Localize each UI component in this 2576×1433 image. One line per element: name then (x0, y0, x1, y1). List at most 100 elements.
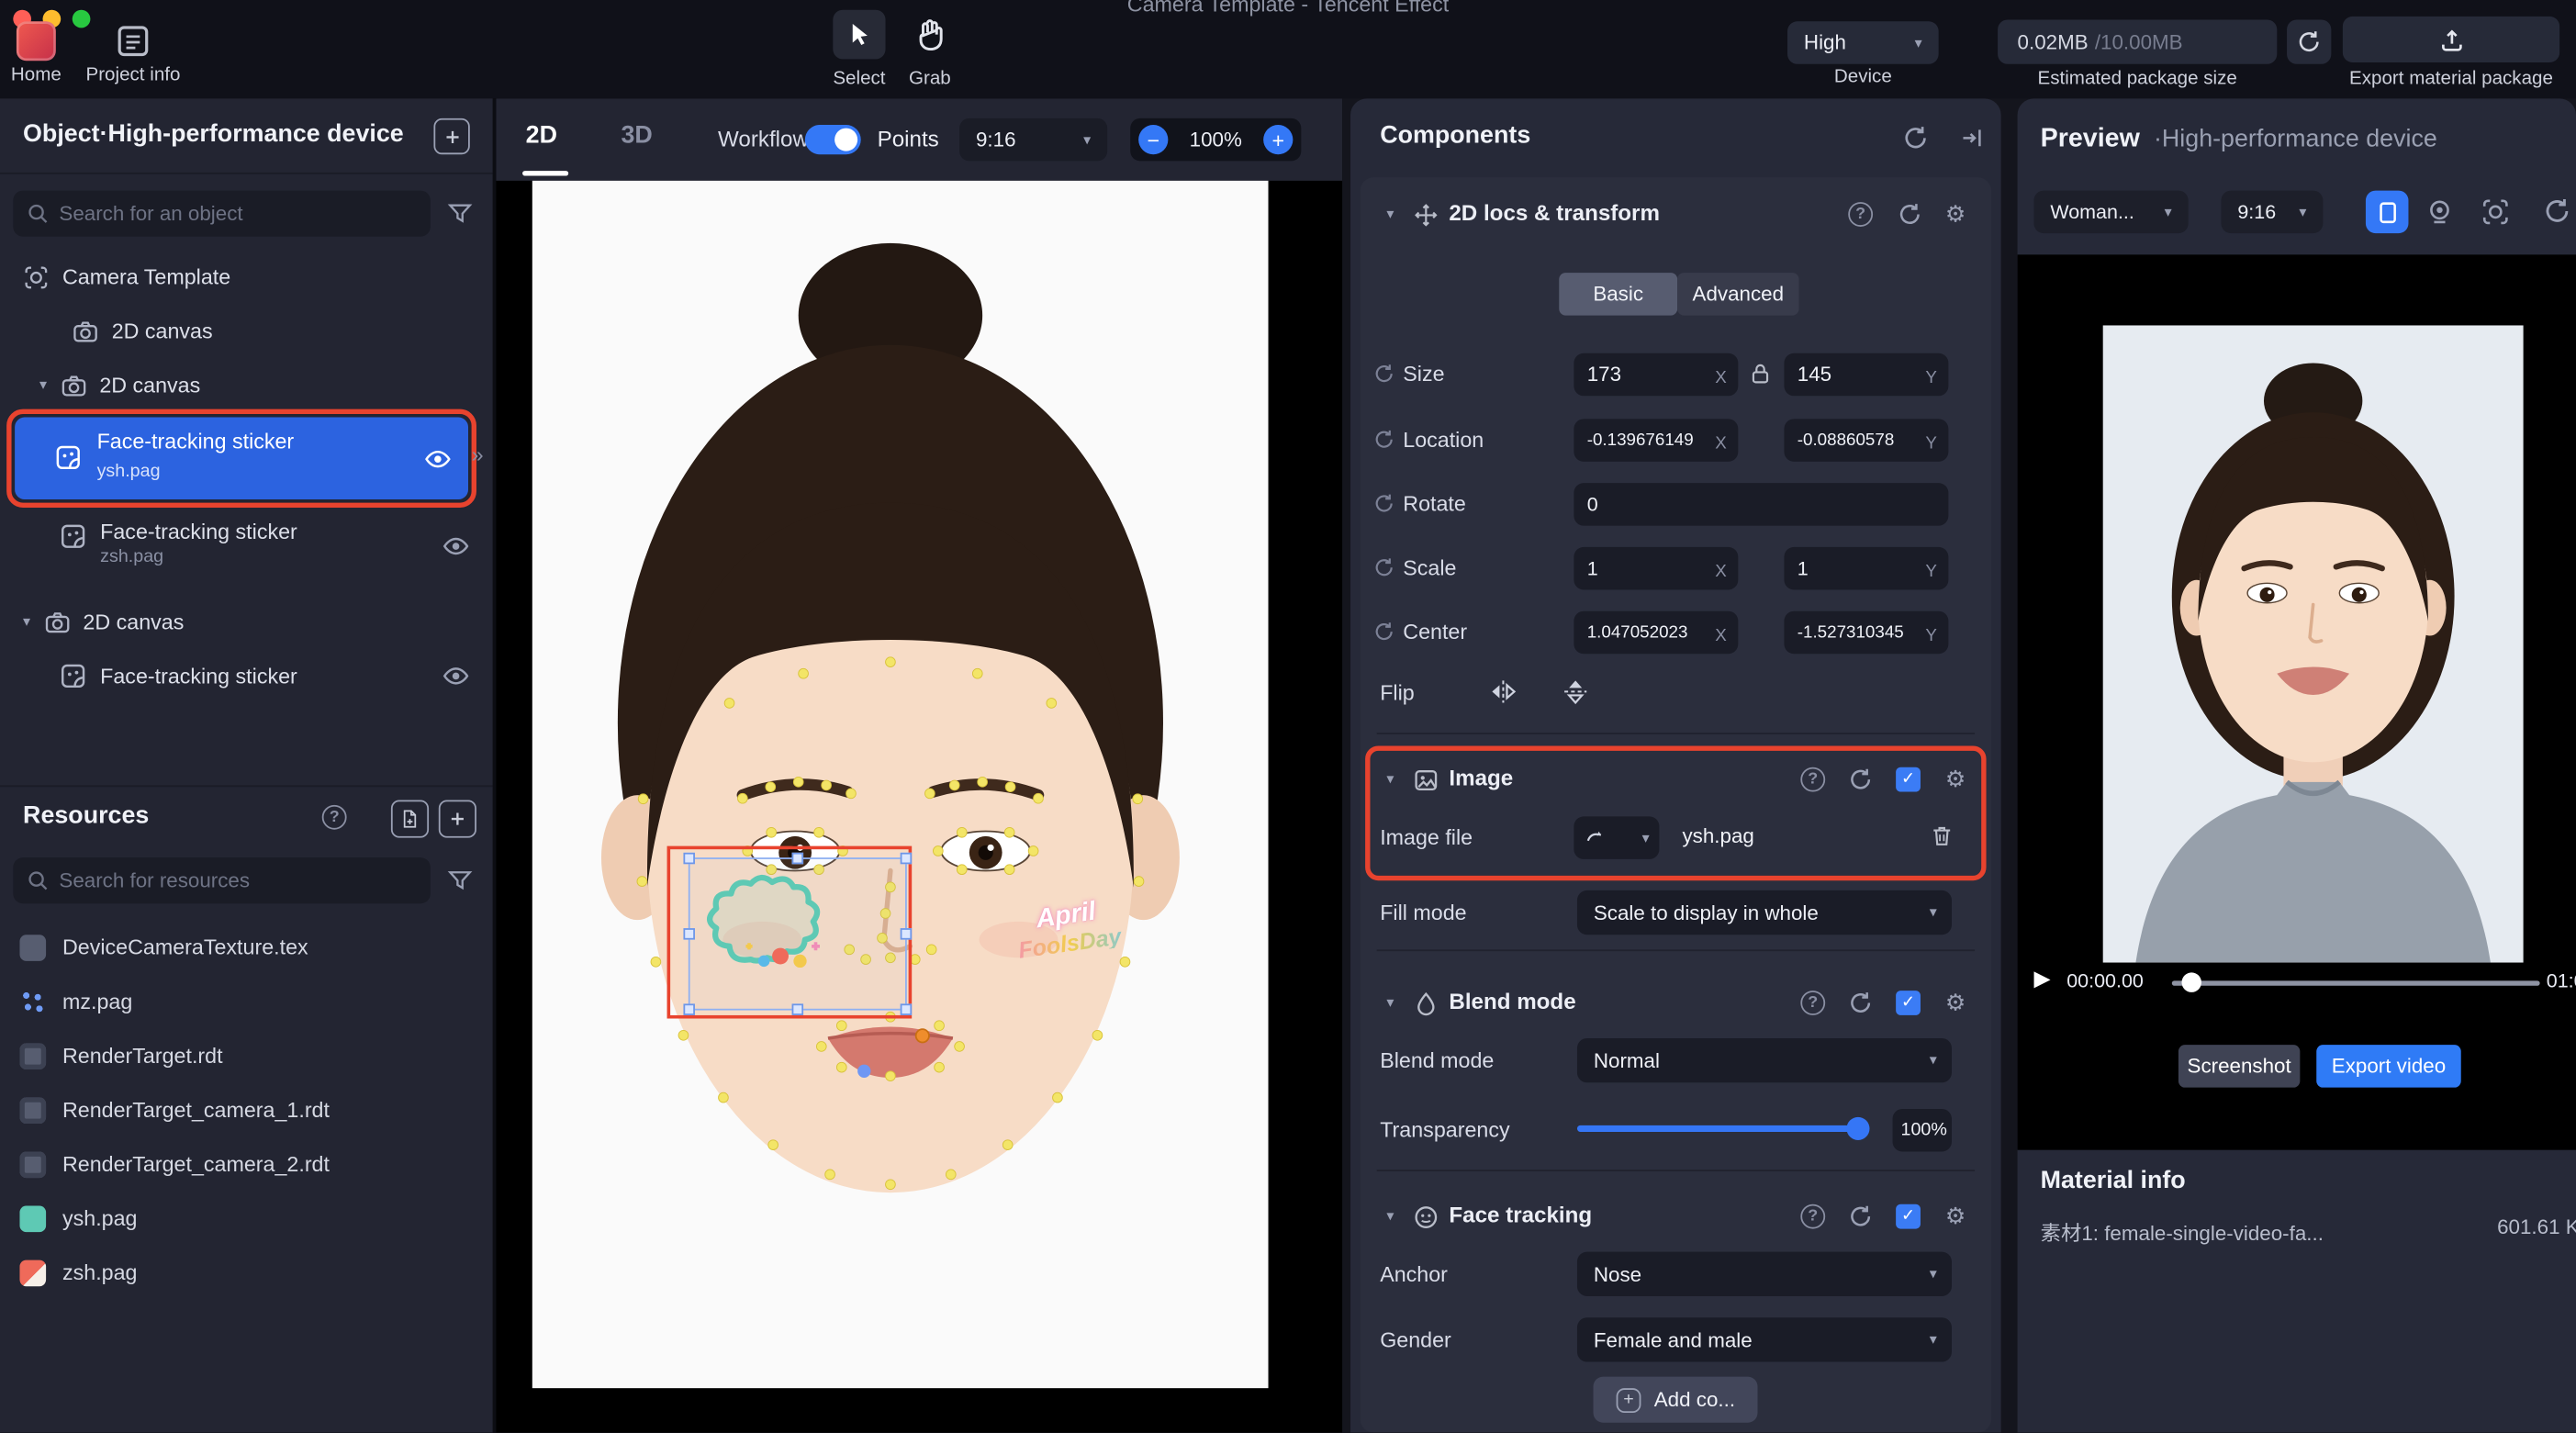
tree-item-face-sticker-ysh[interactable]: Face-tracking sticker ysh.pag (15, 418, 468, 499)
center-y-input[interactable]: -1.527310345Y (1784, 611, 1948, 655)
size-y-input[interactable]: 145Y (1784, 353, 1948, 397)
resize-handle[interactable] (683, 853, 695, 865)
scale-y-input[interactable]: 1Y (1784, 547, 1948, 590)
gear-icon[interactable]: ⚙ (1945, 991, 1966, 1013)
add-resource-button[interactable] (439, 800, 476, 838)
panel-collapse-icon[interactable] (1958, 125, 1985, 151)
anchor-dropdown[interactable]: Nose ▾ (1577, 1252, 1952, 1296)
gear-icon[interactable]: ⚙ (1945, 1204, 1966, 1227)
resources-help-icon[interactable]: ? (322, 805, 347, 830)
preview-aspect-dropdown[interactable]: 9:16 ▾ (2221, 191, 2323, 234)
resource-item-devicecameratexture[interactable]: DeviceCameraTexture.tex (0, 920, 493, 974)
tree-item-camera-template[interactable]: Camera Template (0, 250, 493, 304)
blend-enabled-checkbox[interactable]: ✓ (1896, 991, 1921, 1015)
image-enabled-checkbox[interactable]: ✓ (1896, 767, 1921, 792)
image-file-picker[interactable]: ▾ (1574, 816, 1659, 859)
tree-item-face-sticker-zsh[interactable]: Face-tracking sticker zsh.pag (0, 512, 493, 588)
rotate-input[interactable]: 0 (1574, 483, 1948, 526)
import-resource-button[interactable] (391, 800, 429, 838)
tree-item-2d-canvas-2[interactable]: ▾ 2D canvas (0, 358, 493, 412)
transparency-slider-track[interactable] (1577, 1125, 1870, 1132)
resource-item-rendertarget[interactable]: RenderTarget.rdt (0, 1028, 493, 1082)
object-search-input[interactable] (59, 202, 417, 225)
fill-mode-dropdown[interactable]: Scale to display in whole ▾ (1577, 890, 1952, 935)
section-image-header[interactable]: ▾ Image ? ✓ ⚙ (1361, 756, 1991, 805)
resource-item-zsh-pag[interactable]: zsh.pag (0, 1245, 493, 1299)
reset-field-icon[interactable] (1373, 429, 1394, 450)
home-label[interactable]: Home (0, 66, 79, 85)
resource-item-ysh-pag[interactable]: ysh.pag (0, 1191, 493, 1245)
resize-handle[interactable] (901, 853, 913, 865)
blend-mode-dropdown[interactable]: Normal ▾ (1577, 1038, 1952, 1082)
model-dropdown[interactable]: Woman... ▾ (2033, 191, 2188, 234)
tab-3d[interactable]: 3D (621, 121, 652, 149)
canvas-stage[interactable]: April FoolsDay (532, 181, 1269, 1388)
cloud-sticker[interactable] (701, 874, 882, 989)
section-blend-header[interactable]: ▾ Blend mode ? ✓ ⚙ (1361, 980, 1991, 1029)
resource-search[interactable] (13, 857, 431, 903)
tab-advanced[interactable]: Advanced (1677, 273, 1798, 316)
reset-section-icon[interactable] (1848, 991, 1873, 1015)
resource-filter-icon[interactable] (447, 868, 474, 894)
expand-caret-icon[interactable]: ▾ (23, 614, 30, 629)
resize-handle[interactable] (791, 1003, 803, 1015)
resource-item-rendertarget-camera-2[interactable]: RenderTarget_camera_2.rdt (0, 1136, 493, 1191)
visibility-eye-icon[interactable] (442, 662, 469, 689)
refresh-package-button[interactable] (2287, 19, 2331, 63)
location-x-input[interactable]: -0.139676149X (1574, 419, 1738, 462)
center-point-marker[interactable] (857, 1065, 870, 1078)
resource-search-input[interactable] (59, 869, 417, 892)
size-x-input[interactable]: 173X (1574, 353, 1738, 397)
visibility-eye-icon[interactable] (424, 445, 452, 473)
reset-field-icon[interactable] (1373, 493, 1394, 514)
export-video-button[interactable]: Export video (2316, 1045, 2460, 1088)
gear-icon[interactable]: ⚙ (1945, 767, 1966, 790)
workflow-toggle[interactable] (805, 125, 861, 154)
help-icon[interactable]: ? (1800, 1204, 1825, 1229)
sidebar-collapse-icon[interactable]: » (472, 442, 484, 466)
camera-preview-icon[interactable] (2481, 197, 2510, 227)
grab-hand-icon[interactable] (912, 17, 947, 52)
tree-item-2d-canvas-1[interactable]: 2D canvas (0, 304, 493, 358)
section-face-tracking-header[interactable]: ▾ Face tracking ? ✓ ⚙ (1361, 1192, 1991, 1242)
project-info-icon[interactable] (115, 23, 151, 59)
object-filter-icon[interactable] (447, 200, 474, 227)
visibility-eye-icon[interactable] (442, 532, 469, 560)
section-caret-icon[interactable]: ▾ (1386, 772, 1394, 787)
timeline-slider-track[interactable] (2172, 980, 2540, 985)
aspect-ratio-dropdown[interactable]: 9:16 ▾ (959, 118, 1107, 162)
play-button[interactable]: ▶ (2033, 966, 2050, 992)
select-tool-button[interactable] (833, 10, 885, 60)
select-tool-label[interactable]: Select (816, 69, 902, 88)
resize-handle[interactable] (683, 927, 695, 939)
export-package-button[interactable] (2343, 17, 2559, 62)
section-caret-icon[interactable]: ▾ (1386, 207, 1394, 221)
reset-section-icon[interactable] (1898, 202, 1922, 227)
tab-2d[interactable]: 2D (526, 121, 557, 149)
help-icon[interactable]: ? (1800, 767, 1825, 792)
resize-handle[interactable] (901, 1003, 913, 1015)
anchor-point-marker[interactable] (915, 1028, 930, 1043)
face-tracking-enabled-checkbox[interactable]: ✓ (1896, 1204, 1921, 1229)
reset-section-icon[interactable] (1848, 1204, 1873, 1229)
add-object-button[interactable] (433, 118, 469, 154)
section-caret-icon[interactable]: ▾ (1386, 1209, 1394, 1224)
help-icon[interactable]: ? (1848, 202, 1873, 227)
trash-icon[interactable] (1929, 823, 1955, 850)
refresh-preview-icon[interactable] (2543, 197, 2570, 225)
help-icon[interactable]: ? (1800, 991, 1825, 1015)
flip-vertical-icon[interactable] (1561, 677, 1590, 706)
tab-basic[interactable]: Basic (1559, 273, 1677, 316)
reset-section-icon[interactable] (1848, 767, 1873, 792)
object-search[interactable] (13, 191, 431, 237)
gender-dropdown[interactable]: Female and male ▾ (1577, 1317, 1952, 1361)
section-transform-header[interactable]: ▾ 2D locs & transform ? ⚙ (1361, 191, 1991, 241)
section-caret-icon[interactable]: ▾ (1386, 995, 1394, 1010)
resource-item-mz-pag[interactable]: mz.pag (0, 974, 493, 1028)
resource-item-rendertarget-camera-1[interactable]: RenderTarget_camera_1.rdt (0, 1082, 493, 1136)
resize-handle[interactable] (901, 927, 913, 939)
device-quality-dropdown[interactable]: High ▾ (1787, 21, 1939, 64)
resize-handle[interactable] (683, 1003, 695, 1015)
scale-x-input[interactable]: 1X (1574, 547, 1738, 590)
project-info-label[interactable]: Project info (79, 66, 187, 85)
